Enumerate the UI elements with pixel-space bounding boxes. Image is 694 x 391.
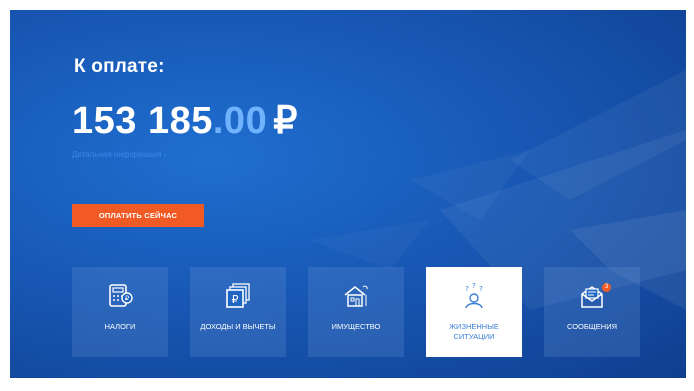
svg-text:₽: ₽ <box>125 295 130 303</box>
tile-label: ДОХОДЫ И ВЫЧЕТЫ <box>200 322 276 331</box>
pay-now-button[interactable]: ОПЛАТИТЬ СЕЙЧАС <box>72 204 204 227</box>
tile-label: ИМУЩЕСТВО <box>331 322 381 331</box>
tile-property[interactable]: ИМУЩЕСТВО <box>308 267 404 357</box>
detail-info-link[interactable]: Детальная информация › <box>72 150 166 159</box>
unread-badge: 3 <box>602 283 611 292</box>
ruble-bills-icon: ₽ <box>226 283 250 308</box>
page-title: К оплате: <box>74 56 165 77</box>
svg-text:₽: ₽ <box>232 293 239 306</box>
app-screen: К оплате: 153 185.00 ₽ Детальная информац… <box>10 10 686 378</box>
person-questions-icon: ? ? ? <box>465 282 483 309</box>
calculator-ruble-icon: ₽ <box>109 284 133 307</box>
currency-symbol: ₽ <box>273 100 298 142</box>
amount-integer: 153 185 <box>72 100 213 142</box>
tile-life-situations[interactable]: ? ? ? ЖИЗНЕННЫЕ СИТУАЦИИ <box>426 267 522 357</box>
tile-income-deductions[interactable]: ₽ ДОХОДЫ И ВЫЧЕТЫ <box>190 267 286 357</box>
tile-label: ЖИЗНЕННЫЕ СИТУАЦИИ <box>449 322 499 341</box>
tile-label: НАЛОГИ <box>104 322 136 331</box>
svg-text:?: ? <box>479 285 483 293</box>
svg-text:?: ? <box>472 282 476 290</box>
amount-due: 153 185.00 ₽ <box>72 98 298 143</box>
tile-taxes[interactable]: ₽ НАЛОГИ <box>72 267 168 357</box>
house-icon <box>344 285 368 307</box>
amount-fraction: .00 <box>212 100 268 142</box>
tile-label: СООБЩЕНИЯ <box>566 322 618 331</box>
tile-messages[interactable]: 3 СООБЩЕНИЯ <box>544 267 640 357</box>
svg-text:?: ? <box>465 285 469 293</box>
